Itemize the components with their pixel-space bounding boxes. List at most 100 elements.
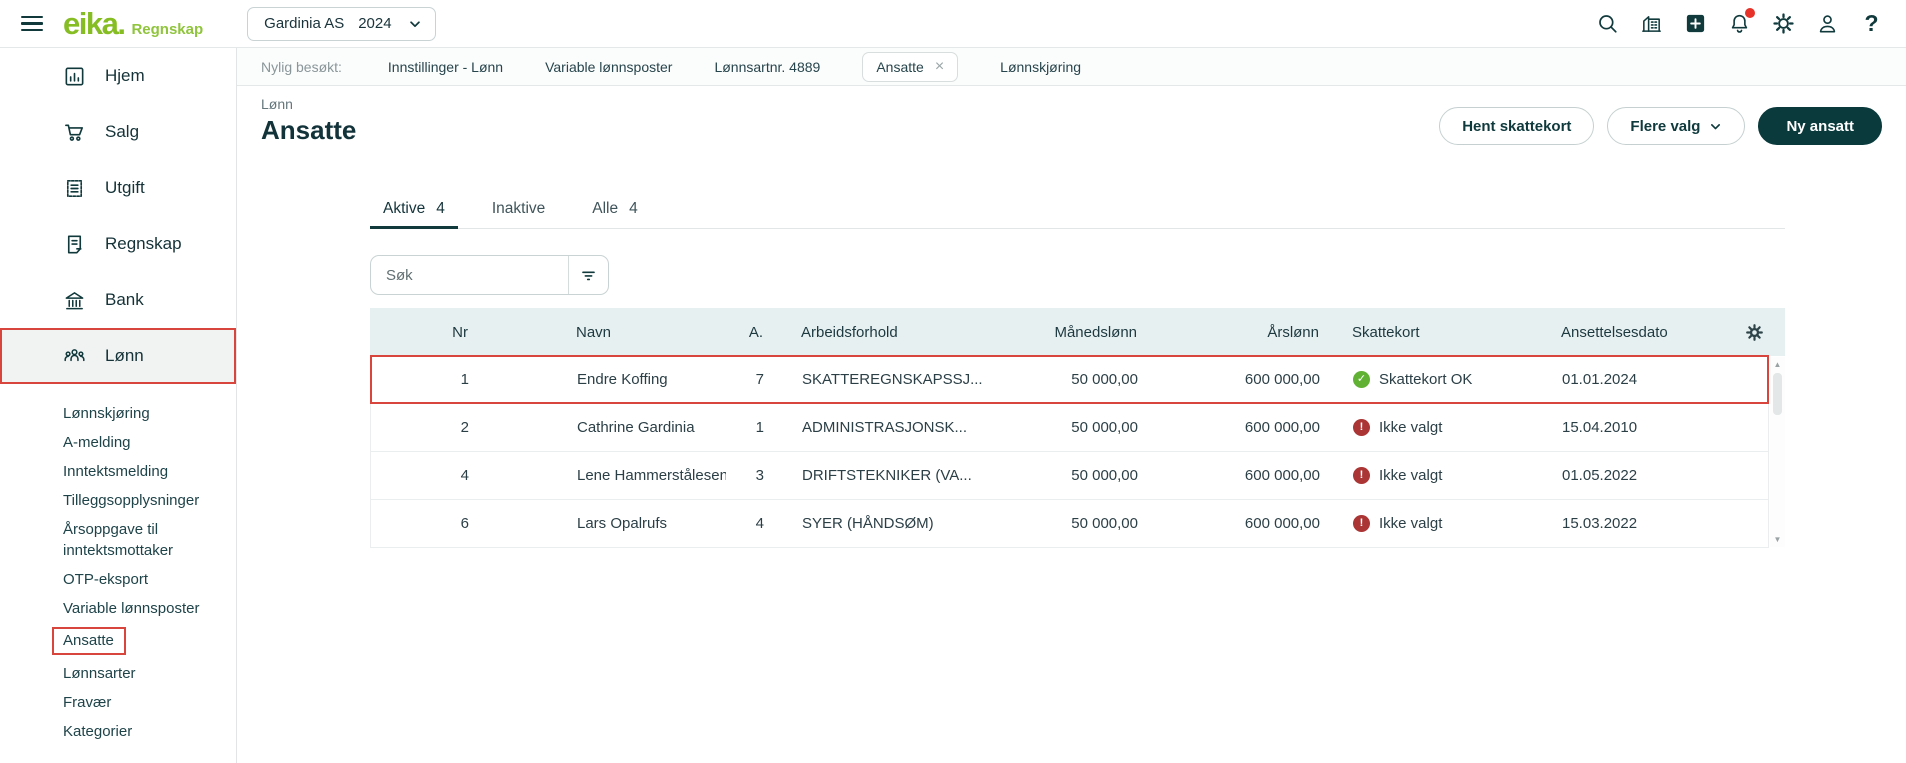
tab-inaktive[interactable]: Inaktive	[479, 200, 558, 229]
tab-alle[interactable]: Alle 4	[579, 200, 650, 229]
scrollbar-thumb[interactable]	[1773, 373, 1782, 415]
recently-visited-label: Nylig besøkt:	[261, 58, 342, 75]
sidebar-item-regnskap[interactable]: Regnskap	[0, 216, 236, 272]
recent-tab-lønnsartnr-4889[interactable]: Lønnsartnr. 4889	[714, 59, 820, 75]
topbar: eika. Regnskap Gardinia AS 2024 ?	[0, 0, 1906, 48]
skattekort-label: Ikke valgt	[1379, 419, 1443, 436]
cell-navn: Lene Hammerstålesen	[577, 467, 726, 484]
column-header-månedslønn[interactable]: Månedslønn	[1009, 324, 1137, 341]
page-actions: Hent skattekort Flere valg Ny ansatt	[1439, 107, 1882, 145]
sidebar-subitem-a-melding[interactable]: A-melding	[0, 428, 236, 457]
tab-label: Ansatte	[876, 58, 924, 75]
sidebar-subitem-lønnskjøring[interactable]: Lønnskjøring	[0, 399, 236, 428]
tab-label: Aktive	[383, 200, 426, 217]
column-header-arbeidsforhold[interactable]: Arbeidsforhold	[765, 324, 1009, 341]
organization-icon[interactable]	[1639, 11, 1664, 36]
sidebar-subitem-fravær[interactable]: Fravær	[0, 688, 236, 717]
chevron-down-icon	[1709, 120, 1722, 133]
cell-nr: 2	[460, 419, 469, 436]
table-scrollbar[interactable]: ▲ ▼	[1770, 357, 1785, 547]
skattekort-label: Ikke valgt	[1379, 467, 1443, 484]
tab-aktive[interactable]: Aktive 4	[370, 200, 458, 229]
scroll-up-icon[interactable]: ▲	[1774, 360, 1782, 369]
sidebar-subitem-otp-eksport[interactable]: OTP-eksport	[0, 565, 236, 594]
active-tab-ansatte[interactable]: Ansatte ×	[862, 51, 959, 82]
sidebar-subitem-variable-lønnsposter[interactable]: Variable lønnsposter	[0, 594, 236, 623]
column-header-årslønn[interactable]: Årslønn	[1137, 324, 1319, 341]
sidebar-subitem-tilleggsopplysninger[interactable]: Tilleggsopplysninger	[0, 486, 236, 515]
employee-row-2[interactable]: 2 Cathrine Gardinia 1 ADMINISTRASJONSK... 50…	[371, 404, 1768, 452]
sidebar-item-bank[interactable]: Bank	[0, 272, 236, 328]
ny-ansatt-button[interactable]: Ny ansatt	[1758, 107, 1882, 145]
filter-button[interactable]	[568, 256, 608, 294]
status-ok-icon: ✓	[1353, 371, 1370, 388]
column-header-ansettelsesdato[interactable]: Ansettelsesdato	[1529, 324, 1739, 341]
cell-arbeidsforhold: SKATTEREGNSKAPSSJ...	[802, 371, 983, 388]
notifications-icon[interactable]	[1727, 8, 1755, 36]
sidebar-subitem-ansatte[interactable]: Ansatte	[0, 623, 236, 659]
main-area: Nylig besøkt: Innstillinger - Lønn Variab…	[237, 48, 1906, 763]
sidebar-item-label: Hjem	[105, 66, 145, 85]
table-settings-button[interactable]	[1739, 323, 1769, 342]
status-error-icon: !	[1353, 419, 1370, 436]
scroll-down-icon[interactable]: ▼	[1774, 535, 1782, 544]
sidebar-item-l-nn[interactable]: Lønn	[0, 328, 236, 384]
sidebar-subitem-inntektsmelding[interactable]: Inntektsmelding	[0, 457, 236, 486]
cell-manedslonn: 50 000,00	[1071, 515, 1138, 532]
button-label: Hent skattekort	[1462, 117, 1572, 135]
tab-count: 4	[629, 200, 638, 217]
sidebar-item-label: Bank	[105, 290, 144, 309]
sidebar-subitem-årsoppgave-til-inntektsmottaker[interactable]: Årsoppgave til inntektsmottaker	[0, 515, 236, 565]
tab-label: Innstillinger - Lønn	[387, 58, 504, 75]
search-input[interactable]	[371, 256, 568, 294]
help-icon[interactable]: ?	[1859, 11, 1884, 36]
column-header-nr[interactable]: Nr	[370, 324, 470, 341]
cell-ansettelsesdato: 01.05.2022	[1562, 467, 1638, 484]
filter-icon	[579, 266, 598, 285]
sidebar-item-label: Utgift	[105, 178, 145, 197]
cell-arslonn: 600 000,00	[1244, 371, 1320, 388]
column-header-navn[interactable]: Navn	[470, 324, 725, 341]
company-selector[interactable]: Gardinia AS 2024	[247, 6, 436, 41]
employee-row-4[interactable]: 4 Lene Hammerstålesen 3 DRIFTSTEKNIKER (VA.…	[371, 452, 1768, 500]
cell-arbeidsforhold: DRIFTSTEKNIKER (VA...	[802, 467, 972, 484]
sidebar-subitem-lønnsarter[interactable]: Lønnsarter	[0, 659, 236, 688]
add-icon[interactable]	[1683, 11, 1708, 36]
brand-suffix: Regnskap	[131, 21, 204, 38]
search-icon[interactable]	[1595, 11, 1620, 36]
recent-tab-lønnskjøring[interactable]: Lønnskjøring	[1000, 59, 1081, 75]
cell-skattekort: ✓ Skattekort OK	[1320, 371, 1530, 388]
receipt-icon	[63, 177, 86, 200]
column-header-a[interactable]: A.	[725, 324, 765, 341]
recent-tab-innstillinger-lønn[interactable]: Innstillinger - Lønn	[388, 59, 503, 75]
settings-icon[interactable]	[1771, 11, 1796, 36]
flere-valg-button[interactable]: Flere valg	[1607, 107, 1746, 145]
search-box	[370, 255, 609, 295]
menu-icon[interactable]	[21, 15, 43, 32]
employee-row-1[interactable]: 1 Endre Koffing 7 SKATTEREGNSKAPSSJ... 50 00…	[370, 355, 1769, 404]
sidebar-item-hjem[interactable]: Hjem	[0, 48, 236, 104]
sidebar-item-utgift[interactable]: Utgift	[0, 160, 236, 216]
cell-manedslonn: 50 000,00	[1071, 419, 1138, 436]
table-body: 1 Endre Koffing 7 SKATTEREGNSKAPSSJ... 50 00…	[370, 355, 1785, 548]
recent-tab-variable-lønnsposter[interactable]: Variable lønnsposter	[545, 59, 672, 75]
status-error-icon: !	[1353, 515, 1370, 532]
cell-a: 4	[755, 515, 764, 532]
sidebar-subnav: Lønnskjøring A-melding Inntektsmelding Till…	[0, 399, 236, 746]
close-icon[interactable]: ×	[935, 58, 944, 75]
hent-skattekort-button[interactable]: Hent skattekort	[1439, 107, 1595, 145]
sidebar-subitem-kategorier[interactable]: Kategorier	[0, 717, 236, 746]
gear-icon	[1745, 323, 1764, 342]
sidebar-item-salg[interactable]: Salg	[0, 104, 236, 160]
cell-navn: Endre Koffing	[577, 371, 668, 388]
cell-a: 3	[755, 467, 764, 484]
profile-icon[interactable]	[1815, 11, 1840, 36]
cell-manedslonn: 50 000,00	[1071, 467, 1138, 484]
cell-nr: 1	[460, 371, 469, 388]
employee-row-6[interactable]: 6 Lars Opalrufs 4 SYER (HÅNDSØM) 50 000,00 60…	[371, 500, 1768, 548]
button-label: Flere valg	[1630, 117, 1701, 135]
company-name: Gardinia AS	[264, 15, 345, 32]
column-header-skattekort[interactable]: Skattekort	[1319, 324, 1529, 341]
cell-a: 1	[755, 419, 764, 436]
sidebar: Hjem Salg Utgift Regnskap Bank Lønn Lønnskjør…	[0, 48, 237, 763]
